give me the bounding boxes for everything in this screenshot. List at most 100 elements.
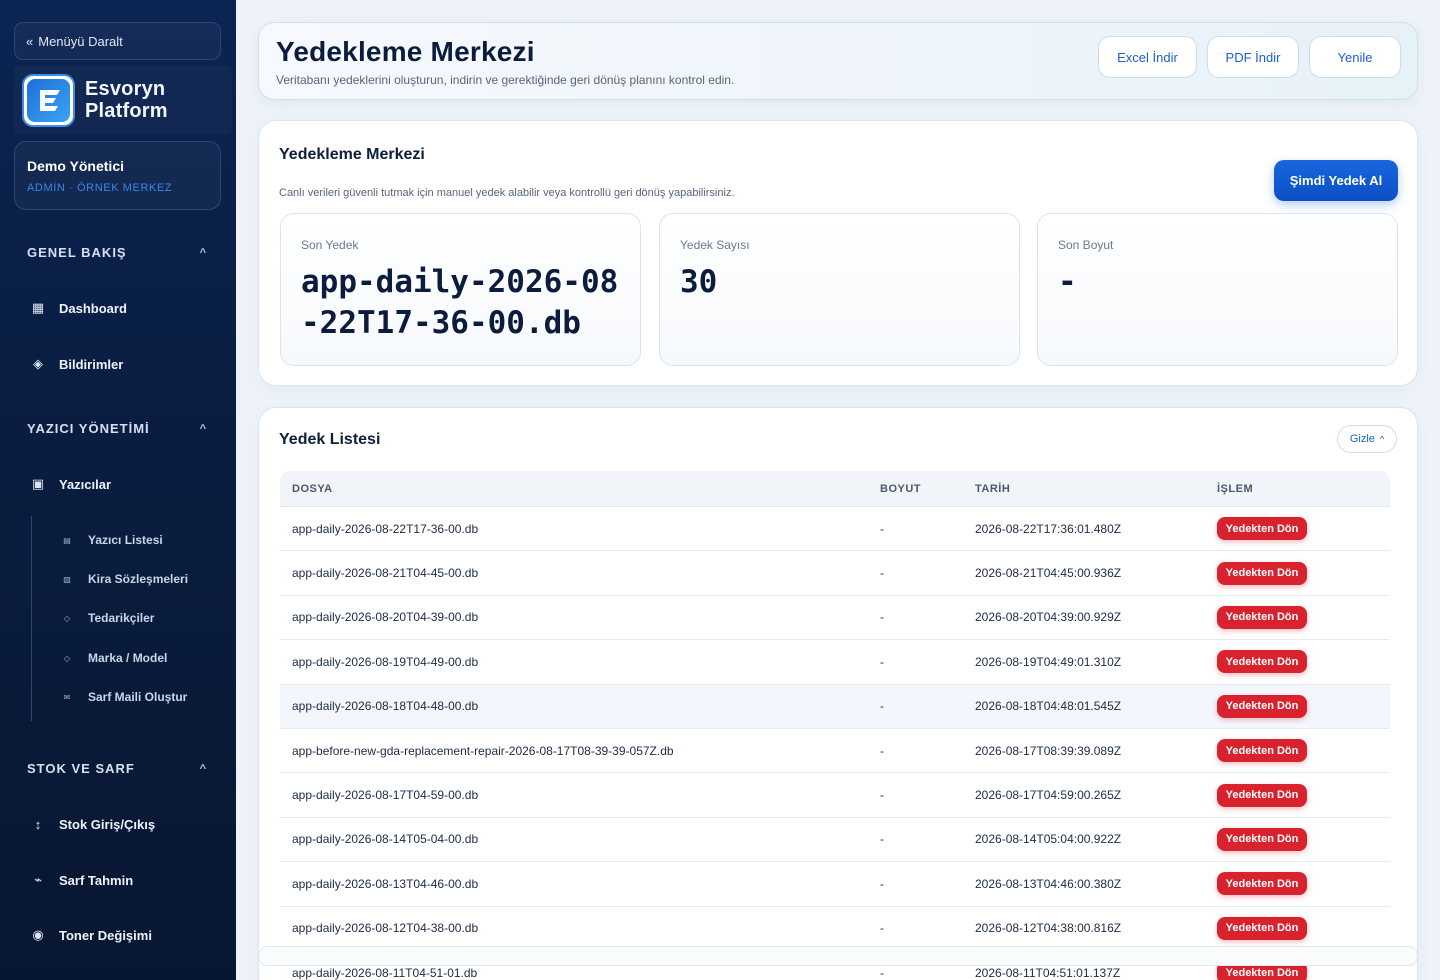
cell-action: Yedekten Dön xyxy=(1217,739,1390,763)
cell-file: app-daily-2026-08-19T04-49-00.db xyxy=(292,654,479,669)
user-card[interactable]: Demo Yönetici ADMİN · ÖRNEK MERKEZ xyxy=(14,141,221,210)
user-name: Demo Yönetici xyxy=(27,158,124,174)
create-backup-button[interactable]: Şimdi Yedek Al xyxy=(1274,160,1398,201)
refresh-button[interactable]: Yenile xyxy=(1309,36,1401,78)
cell-action: Yedekten Dön xyxy=(1217,916,1390,940)
sidebar-subitem-sarf-maili[interactable]: ✉ Sarf Maili Oluştur xyxy=(62,687,222,707)
table-header: DOSYA BOYUT TARİH İŞLEM xyxy=(280,471,1390,507)
sidebar: « Menüyü Daralt Esvoryn Platform Demo Yö… xyxy=(0,0,236,980)
backup-card-description: Canlı verileri güvenli tutmak için manue… xyxy=(279,187,735,199)
restore-backup-button[interactable]: Yedekten Dön xyxy=(1217,561,1307,585)
stat-label: Son Boyut xyxy=(1058,238,1114,252)
sidebar-item-label: Sarf Tahmin xyxy=(59,872,134,888)
small-diamond-icon: ◇ xyxy=(63,653,71,663)
column-header-size[interactable]: BOYUT xyxy=(880,483,975,495)
section-title-label: GENEL BAKIŞ xyxy=(27,245,127,260)
table-row: app-before-new-gda-replacement-repair-20… xyxy=(280,729,1390,774)
backup-list-card: Yedek Listesi Gizle ^ DOSYA BOYUT TARİH … xyxy=(258,407,1418,980)
sidebar-item-dashboard[interactable]: ▦ Dashboard xyxy=(30,297,220,319)
restore-backup-button[interactable]: Yedekten Dön xyxy=(1217,694,1307,718)
section-yazici-yonetimi[interactable]: YAZICI YÖNETİMİ ^ xyxy=(27,421,217,436)
sidebar-subitem-label: Yazıcı Listesi xyxy=(88,533,163,547)
table-row: app-daily-2026-08-22T17-36-00.db - 2026-08… xyxy=(280,507,1390,552)
column-header-date[interactable]: TARİH xyxy=(975,483,1217,495)
sidebar-item-bildirimler[interactable]: ◈ Bildirimler xyxy=(30,353,220,375)
cell-date: 2026-08-19T04:49:01.310Z xyxy=(975,654,1122,669)
column-header-file[interactable]: DOSYA xyxy=(280,483,880,495)
excel-download-button[interactable]: Excel İndir xyxy=(1098,36,1197,78)
backup-card-title: Yedekleme Merkezi xyxy=(279,146,425,163)
cell-size: - xyxy=(880,521,884,536)
sidebar-item-label: Yazıcılar xyxy=(59,476,112,492)
table-row: app-daily-2026-08-19T04-49-00.db - 2026-08… xyxy=(280,640,1390,685)
cell-size: - xyxy=(880,832,884,847)
restore-backup-button[interactable]: Yedekten Dön xyxy=(1217,827,1307,851)
grid-icon: ▦ xyxy=(31,300,45,315)
restore-backup-button[interactable]: Yedekten Dön xyxy=(1217,872,1307,896)
table-row: app-daily-2026-08-14T05-04-00.db - 2026-08… xyxy=(280,818,1390,863)
stat-value: 30 xyxy=(680,264,718,300)
cell-date: 2026-08-14T05:04:00.922Z xyxy=(975,832,1122,847)
cell-file: app-daily-2026-08-17T04-59-00.db xyxy=(292,788,479,803)
cell-file: app-daily-2026-08-21T04-45-00.db xyxy=(292,566,479,581)
section-stok-ve-sarf[interactable]: STOK VE SARF ^ xyxy=(27,761,217,776)
stat-backup-count: Yedek Sayısı 30 xyxy=(659,213,1020,366)
cell-size: - xyxy=(880,699,884,714)
cell-action: Yedekten Dön xyxy=(1217,783,1390,807)
cell-size: - xyxy=(880,610,884,625)
restore-backup-button[interactable]: Yedekten Dön xyxy=(1217,605,1307,629)
sidebar-item-sarf-tahmin[interactable]: ⌁ Sarf Tahmin xyxy=(30,869,220,891)
updown-arrow-icon: ↕ xyxy=(34,816,42,832)
document-icon: ▧ xyxy=(63,574,71,584)
table-row: app-daily-2026-08-21T04-45-00.db - 2026-08… xyxy=(280,551,1390,596)
sidebar-item-label: Stok Giriş/Çıkış xyxy=(59,816,156,832)
table-row: app-daily-2026-08-17T04-59-00.db - 2026-08… xyxy=(280,773,1390,818)
hide-list-label: Gizle xyxy=(1349,433,1375,445)
circle-icon: ◉ xyxy=(32,927,44,942)
restore-backup-button[interactable]: Yedekten Dön xyxy=(1217,517,1307,541)
sidebar-subitem-label: Kira Sözleşmeleri xyxy=(88,572,189,586)
sidebar-subitem-yazici-listesi[interactable]: ▤ Yazıcı Listesi xyxy=(62,530,222,550)
sidebar-item-toner-degisimi[interactable]: ◉ Toner Değişimi xyxy=(30,924,220,946)
restore-backup-button[interactable]: Yedekten Dön xyxy=(1217,783,1307,807)
sidebar-item-stok-giris-cikis[interactable]: ↕ Stok Giriş/Çıkış xyxy=(30,813,220,835)
cell-action: Yedekten Dön xyxy=(1217,561,1390,585)
horizontal-scrollbar[interactable] xyxy=(258,946,1418,966)
cell-date: 2026-08-12T04:38:00.816Z xyxy=(975,921,1122,936)
restore-backup-button[interactable]: Yedekten Dön xyxy=(1217,739,1307,763)
cell-date: 2026-08-21T04:45:00.936Z xyxy=(975,566,1122,581)
sidebar-subitem-label: Sarf Maili Oluştur xyxy=(88,690,188,704)
printer-icon: ▣ xyxy=(31,476,45,491)
cell-file: app-daily-2026-08-20T04-39-00.db xyxy=(292,610,479,625)
collapse-menu-button[interactable]: « Menüyü Daralt xyxy=(14,22,221,60)
cell-size: - xyxy=(880,566,884,581)
cell-file: app-daily-2026-08-22T17-36-00.db xyxy=(292,521,479,536)
table-row: app-daily-2026-08-18T04-48-00.db - 2026-08… xyxy=(280,684,1390,729)
sidebar-subitem-marka-model[interactable]: ◇ Marka / Model xyxy=(62,648,222,668)
backup-table: DOSYA BOYUT TARİH İŞLEM app-daily-2026-0… xyxy=(280,471,1390,980)
pdf-download-button[interactable]: PDF İndir xyxy=(1207,36,1299,78)
stat-value: - xyxy=(1058,264,1077,300)
restore-backup-button[interactable]: Yedekten Dön xyxy=(1217,650,1307,674)
cell-file: app-daily-2026-08-14T05-04-00.db xyxy=(292,832,479,847)
section-genel-bakis[interactable]: GENEL BAKIŞ ^ xyxy=(27,245,217,260)
cell-date: 2026-08-18T04:48:01.545Z xyxy=(975,699,1122,714)
cell-size: - xyxy=(880,965,884,980)
chevron-up-icon: ^ xyxy=(199,246,207,259)
column-header-action: İŞLEM xyxy=(1217,482,1254,495)
cell-action: Yedekten Dön xyxy=(1217,827,1390,851)
diamond-icon: ◈ xyxy=(33,356,43,371)
cell-date: 2026-08-13T04:46:00.380Z xyxy=(975,876,1122,891)
table-body: app-daily-2026-08-22T17-36-00.db - 2026-08… xyxy=(280,507,1390,980)
restore-backup-button[interactable]: Yedekten Dön xyxy=(1217,916,1307,940)
section-title-label: YAZICI YÖNETİMİ xyxy=(27,421,150,436)
brand-name-line1: Esvoryn xyxy=(85,78,166,100)
sidebar-subitem-tedarikciler[interactable]: ◇ Tedarikçiler xyxy=(62,608,222,628)
hide-list-button[interactable]: Gizle ^ xyxy=(1337,425,1397,453)
sidebar-item-yazicilar[interactable]: ▣ Yazıcılar xyxy=(30,473,220,495)
collapse-menu-label: Menüyü Daralt xyxy=(38,33,123,49)
sidebar-subitem-kira-sozlesmeleri[interactable]: ▧ Kira Sözleşmeleri xyxy=(62,569,222,589)
cell-size: - xyxy=(880,876,884,891)
cell-action: Yedekten Dön xyxy=(1217,605,1390,629)
cell-file: app-daily-2026-08-11T04-51-01.db xyxy=(292,965,478,980)
